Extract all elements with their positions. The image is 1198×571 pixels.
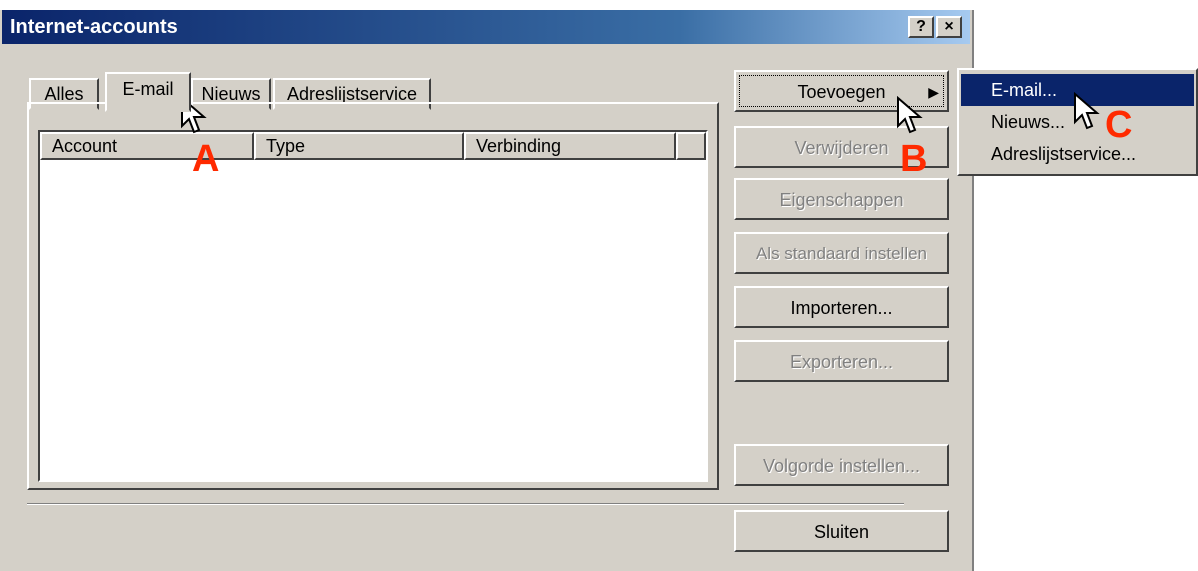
tab-e-mail[interactable]: E-mail (105, 72, 191, 112)
eigenschappen-button[interactable]: Eigenschappen (734, 178, 949, 220)
window-title: Internet-accounts (10, 16, 178, 38)
sluiten-button[interactable]: Sluiten (734, 510, 949, 552)
column-account[interactable]: Account (40, 132, 254, 160)
close-button[interactable]: × (936, 16, 962, 38)
separator (27, 503, 904, 505)
column-type[interactable]: Type (254, 132, 464, 160)
als-standaard-instellen-button[interactable]: Als standaard instellen (734, 232, 949, 274)
submenu-arrow-icon: ▶ (928, 84, 939, 100)
help-button[interactable]: ? (908, 16, 934, 38)
importeren-button[interactable]: Importeren... (734, 286, 949, 328)
annotation-c: C (1105, 104, 1133, 146)
column-verbinding[interactable]: Verbinding (464, 132, 676, 160)
title-bar: Internet-accounts ? × (2, 10, 970, 44)
annotation-b: B (900, 138, 928, 180)
submenu-item-adreslijstservice[interactable]: Adreslijstservice... (961, 138, 1194, 170)
exporteren-button[interactable]: Exporteren... (734, 340, 949, 382)
annotation-a: A (192, 138, 220, 180)
column-filler (676, 132, 706, 160)
internet-accounts-dialog: Internet-accounts ? × Alles E-mail Nieuw… (0, 10, 974, 571)
toevoegen-label: Toevoegen (797, 82, 886, 102)
account-list[interactable]: Account Type Verbinding (38, 130, 708, 482)
mouse-cursor-icon (1074, 92, 1100, 130)
volgorde-instellen-button[interactable]: Volgorde instellen... (734, 444, 949, 486)
mouse-cursor-icon (897, 96, 923, 134)
